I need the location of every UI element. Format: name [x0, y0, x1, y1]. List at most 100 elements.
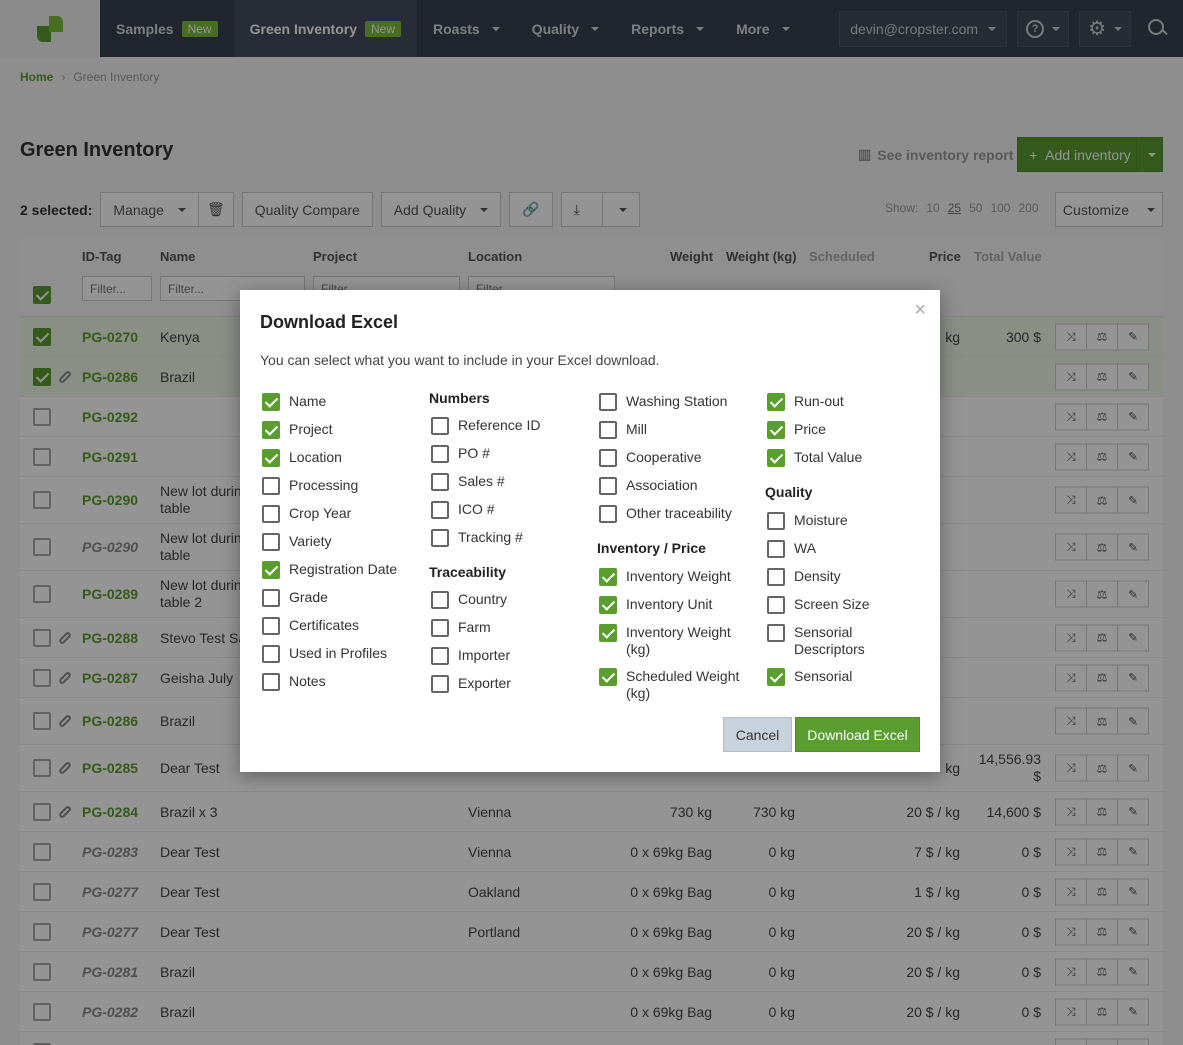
option-checkbox[interactable]: [431, 591, 449, 609]
option-checkbox[interactable]: [262, 449, 280, 467]
excel-option[interactable]: Cooperative: [599, 449, 702, 467]
option-checkbox[interactable]: [767, 512, 785, 530]
excel-option[interactable]: Run-out: [767, 393, 844, 411]
excel-option[interactable]: Total Value: [767, 449, 862, 467]
option-checkbox[interactable]: [262, 673, 280, 691]
excel-option[interactable]: Screen Size: [767, 596, 869, 614]
option-label: Washing Station: [626, 393, 727, 410]
option-label-line: Certificates: [289, 617, 360, 633]
excel-option[interactable]: Sales #: [431, 473, 505, 491]
option-checkbox[interactable]: [599, 568, 617, 586]
option-label-line: Processing: [289, 477, 359, 493]
download-excel-button[interactable]: Download Excel: [795, 717, 920, 752]
option-checkbox[interactable]: [431, 647, 449, 665]
excel-option[interactable]: Exporter: [431, 675, 511, 693]
cancel-button[interactable]: Cancel: [723, 717, 792, 752]
option-checkbox[interactable]: [262, 393, 280, 411]
option-label: Inventory Weight: [626, 568, 731, 585]
option-label: Grade: [289, 589, 328, 606]
option-section-heading: Inventory / Price: [597, 540, 706, 556]
option-checkbox[interactable]: [599, 505, 617, 523]
excel-option[interactable]: Project: [262, 421, 333, 439]
excel-option[interactable]: Name: [262, 393, 326, 411]
excel-option[interactable]: Country: [431, 591, 507, 609]
option-checkbox[interactable]: [767, 449, 785, 467]
excel-option[interactable]: Tracking #: [431, 529, 523, 547]
excel-option[interactable]: Grade: [262, 589, 328, 607]
option-label-line: Tracking #: [458, 529, 523, 545]
excel-option[interactable]: Other traceability: [599, 505, 732, 523]
option-checkbox[interactable]: [599, 596, 617, 614]
option-label: Importer: [458, 647, 510, 664]
excel-option[interactable]: Processing: [262, 477, 358, 495]
excel-option[interactable]: ICO #: [431, 501, 495, 519]
option-label: Sales #: [458, 473, 505, 490]
excel-option[interactable]: Used in Profiles: [262, 645, 387, 663]
option-label: Price: [794, 421, 826, 438]
option-checkbox[interactable]: [767, 540, 785, 558]
option-checkbox[interactable]: [262, 589, 280, 607]
option-checkbox[interactable]: [262, 533, 280, 551]
option-checkbox[interactable]: [262, 505, 280, 523]
option-checkbox[interactable]: [767, 596, 785, 614]
option-label-line: Inventory Weight: [626, 624, 731, 640]
close-icon[interactable]: ×: [914, 300, 926, 320]
excel-option[interactable]: Scheduled Weight (kg): [599, 668, 739, 702]
excel-option[interactable]: Notes: [262, 673, 326, 691]
option-checkbox[interactable]: [262, 421, 280, 439]
excel-option[interactable]: Moisture: [767, 512, 848, 530]
option-checkbox[interactable]: [262, 477, 280, 495]
option-checkbox[interactable]: [431, 473, 449, 491]
option-label-line: Sales #: [458, 473, 505, 489]
option-checkbox[interactable]: [262, 617, 280, 635]
option-checkbox[interactable]: [767, 421, 785, 439]
excel-option[interactable]: Farm: [431, 619, 491, 637]
option-checkbox[interactable]: [599, 393, 617, 411]
excel-option[interactable]: Importer: [431, 647, 510, 665]
option-checkbox[interactable]: [767, 668, 785, 686]
excel-option[interactable]: Reference ID: [431, 417, 540, 435]
option-checkbox[interactable]: [431, 619, 449, 637]
option-label-line: Association: [626, 477, 698, 493]
excel-option[interactable]: Sensorial Descriptors: [767, 624, 865, 658]
option-checkbox[interactable]: [767, 624, 785, 642]
option-label: Sensorial: [794, 668, 852, 685]
excel-option[interactable]: Location: [262, 449, 342, 467]
excel-option[interactable]: Association: [599, 477, 698, 495]
option-label: Name: [289, 393, 326, 410]
excel-option[interactable]: Inventory Unit: [599, 596, 712, 614]
option-checkbox[interactable]: [599, 624, 617, 642]
excel-option[interactable]: Sensorial: [767, 668, 852, 686]
option-checkbox[interactable]: [767, 393, 785, 411]
option-checkbox[interactable]: [262, 561, 280, 579]
option-checkbox[interactable]: [767, 568, 785, 586]
excel-option[interactable]: Price: [767, 421, 826, 439]
option-checkbox[interactable]: [599, 421, 617, 439]
option-checkbox[interactable]: [599, 477, 617, 495]
option-label: Used in Profiles: [289, 645, 387, 662]
option-label-line: Name: [289, 393, 327, 409]
option-label: Inventory Unit: [626, 596, 712, 613]
option-checkbox[interactable]: [431, 445, 449, 463]
option-label-line: Scheduled Weight: [626, 668, 740, 684]
option-checkbox[interactable]: [431, 675, 449, 693]
excel-option[interactable]: PO #: [431, 445, 490, 463]
option-label-line: PO #: [458, 445, 490, 461]
excel-option[interactable]: WA: [767, 540, 816, 558]
option-checkbox[interactable]: [262, 645, 280, 663]
excel-option[interactable]: Inventory Weight (kg): [599, 624, 731, 658]
excel-option[interactable]: Inventory Weight: [599, 568, 731, 586]
option-checkbox[interactable]: [431, 417, 449, 435]
option-section-heading: Quality: [765, 484, 813, 500]
option-checkbox[interactable]: [431, 501, 449, 519]
option-checkbox[interactable]: [599, 668, 617, 686]
option-checkbox[interactable]: [599, 449, 617, 467]
excel-option[interactable]: Certificates: [262, 617, 359, 635]
excel-option[interactable]: Density: [767, 568, 841, 586]
excel-option[interactable]: Washing Station: [599, 393, 727, 411]
excel-option[interactable]: Crop Year: [262, 505, 351, 523]
excel-option[interactable]: Mill: [599, 421, 647, 439]
option-checkbox[interactable]: [431, 529, 449, 547]
excel-option[interactable]: Registration Date: [262, 561, 397, 579]
excel-option[interactable]: Variety: [262, 533, 332, 551]
